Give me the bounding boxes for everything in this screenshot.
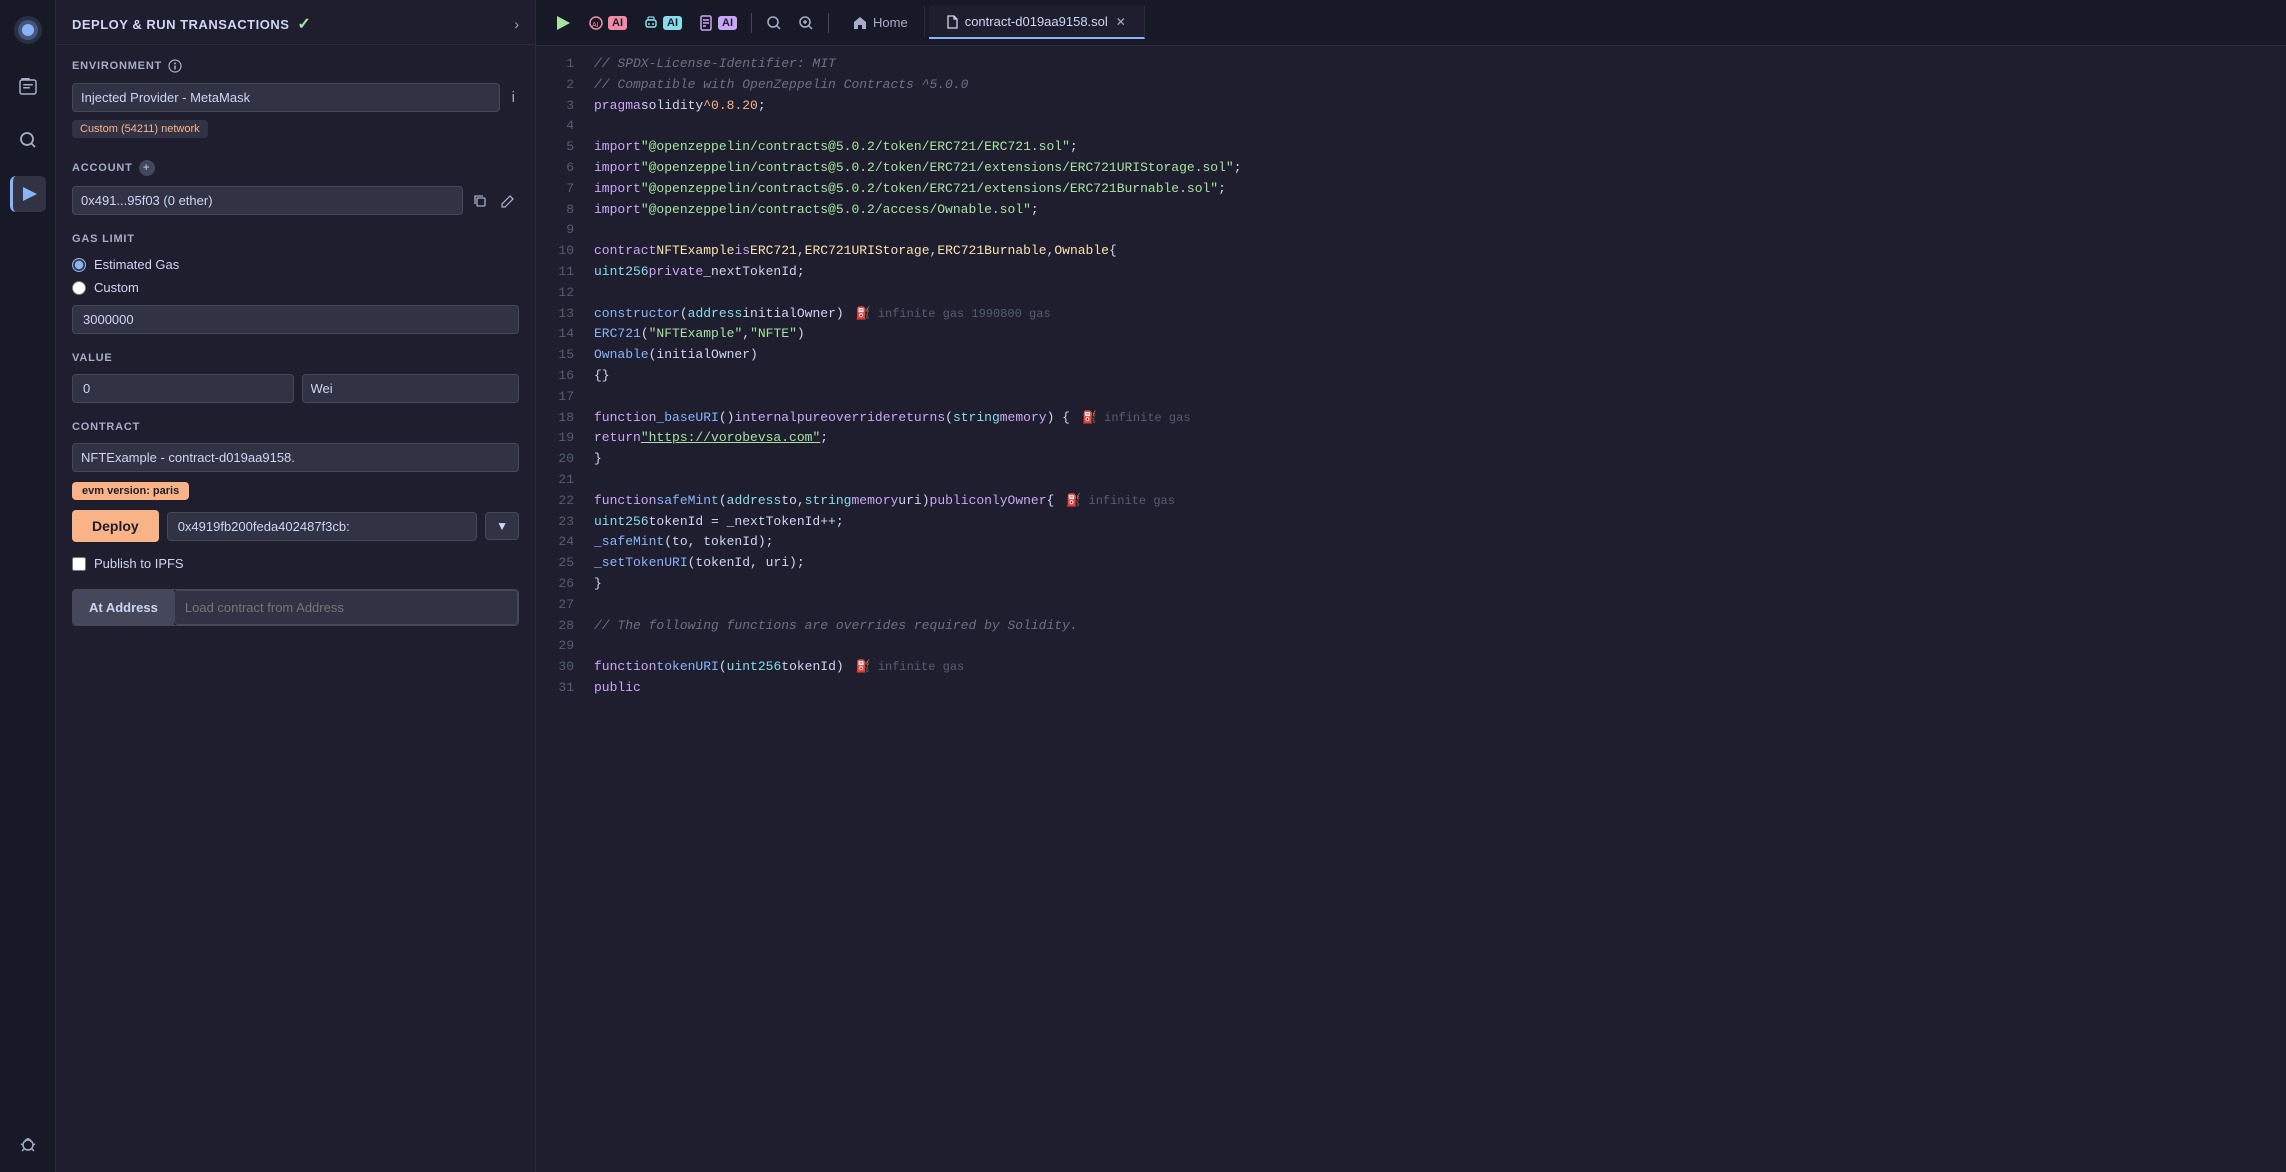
value-unit-select[interactable]: Wei Gwei Finney Ether	[302, 374, 520, 403]
value-input[interactable]: 0	[72, 374, 294, 403]
tab-home[interactable]: Home	[837, 7, 925, 38]
line-numbers: 1234567891011121314151617181920212223242…	[536, 46, 586, 1172]
at-address-row: At Address	[72, 589, 519, 626]
tab-file-label: contract-d019aa9158.sol	[965, 14, 1108, 29]
file-icon	[945, 15, 959, 29]
publish-checkbox[interactable]	[72, 557, 86, 571]
ai-badge-3: AI	[718, 16, 737, 30]
panel-arrow-icon: ›	[514, 16, 519, 32]
add-account-icon[interactable]: +	[139, 160, 155, 176]
gas-limit-label: GAS LIMIT	[56, 219, 535, 251]
edit-account-button[interactable]	[497, 190, 519, 212]
evm-badge-wrap: evm version: paris	[56, 476, 535, 504]
account-label: ACCOUNT +	[56, 146, 535, 182]
environment-select-row: Injected Provider - MetaMask i	[56, 79, 535, 116]
account-row: 0x491...95f03 (0 ether)	[56, 182, 535, 219]
deploy-row: Deploy 0x4919fb200feda402487f3cb: ▼	[56, 504, 535, 548]
ai-badge-2: AI	[663, 16, 682, 30]
ai-button-3[interactable]: AI	[692, 11, 743, 35]
environment-label: ENVIRONMENT	[56, 45, 535, 79]
toolbar-separator-1	[751, 13, 752, 33]
robot-icon	[643, 15, 659, 31]
code-editor: 1234567891011121314151617181920212223242…	[536, 46, 2286, 1172]
home-icon	[853, 16, 867, 30]
gas-limit-input-wrap: 3000000	[56, 301, 535, 338]
ai-button-1[interactable]: AI AI	[582, 11, 633, 35]
gas-limit-radio-group: Estimated Gas Custom	[56, 251, 535, 301]
main-area: AI AI AI AI	[536, 0, 2286, 1172]
deploy-icon[interactable]	[10, 176, 46, 212]
deploy-address-input[interactable]: 0x4919fb200feda402487f3cb:	[167, 512, 477, 541]
value-label: VALUE	[56, 338, 535, 370]
svg-text:AI: AI	[592, 22, 599, 29]
custom-gas-radio[interactable]: Custom	[72, 280, 519, 295]
remix-logo-icon[interactable]	[8, 10, 48, 50]
left-panel: DEPLOY & RUN TRANSACTIONS ✓ › ENVIRONMEN…	[56, 0, 536, 1172]
estimated-gas-radio[interactable]: Estimated Gas	[72, 257, 519, 272]
account-select-wrap: 0x491...95f03 (0 ether)	[72, 186, 463, 215]
ai-badge-1: AI	[608, 16, 627, 30]
zoom-button[interactable]	[792, 11, 820, 35]
copy-account-button[interactable]	[469, 190, 491, 212]
gas-limit-input[interactable]: 3000000	[72, 305, 519, 334]
play-button[interactable]	[548, 10, 578, 36]
contract-select[interactable]: NFTExample - contract-d019aa9158.	[72, 443, 519, 472]
contract-select-row: NFTExample - contract-d019aa9158.	[56, 439, 535, 476]
search-toolbar-button[interactable]	[760, 11, 788, 35]
publish-row: Publish to IPFS	[56, 548, 535, 579]
environment-info-button[interactable]: i	[508, 85, 519, 110]
panel-title-text: DEPLOY & RUN TRANSACTIONS	[72, 17, 289, 32]
environment-icon	[168, 59, 182, 73]
bug-icon[interactable]	[10, 1126, 46, 1162]
contract-label: CONTRACT	[56, 407, 535, 439]
file-explorer-icon[interactable]	[10, 68, 46, 104]
panel-header: DEPLOY & RUN TRANSACTIONS ✓ ›	[56, 0, 535, 45]
environment-select[interactable]: Injected Provider - MetaMask	[72, 83, 500, 112]
account-select[interactable]: 0x491...95f03 (0 ether)	[72, 186, 463, 215]
ai-button-2[interactable]: AI	[637, 11, 688, 35]
value-row: 0 Wei Gwei Finney Ether	[56, 370, 535, 407]
close-tab-button[interactable]: ✕	[1114, 15, 1128, 29]
check-icon: ✓	[297, 14, 311, 34]
icon-bar	[0, 0, 56, 1172]
code-content[interactable]: // SPDX-License-Identifier: MIT// Compat…	[586, 46, 2286, 1172]
deploy-button[interactable]: Deploy	[72, 510, 159, 542]
tab-contract-file[interactable]: contract-d019aa9158.sol ✕	[929, 6, 1145, 39]
toolbar: AI AI AI AI	[536, 0, 2286, 46]
toolbar-separator-2	[828, 13, 829, 33]
network-badge: Custom (54211) network	[56, 116, 535, 146]
deploy-chevron-button[interactable]: ▼	[485, 512, 519, 540]
at-address-button[interactable]: At Address	[73, 590, 174, 625]
load-contract-input[interactable]	[174, 590, 518, 625]
doc-icon	[698, 15, 714, 31]
panel-title: DEPLOY & RUN TRANSACTIONS ✓	[72, 14, 311, 34]
search-icon[interactable]	[10, 122, 46, 158]
